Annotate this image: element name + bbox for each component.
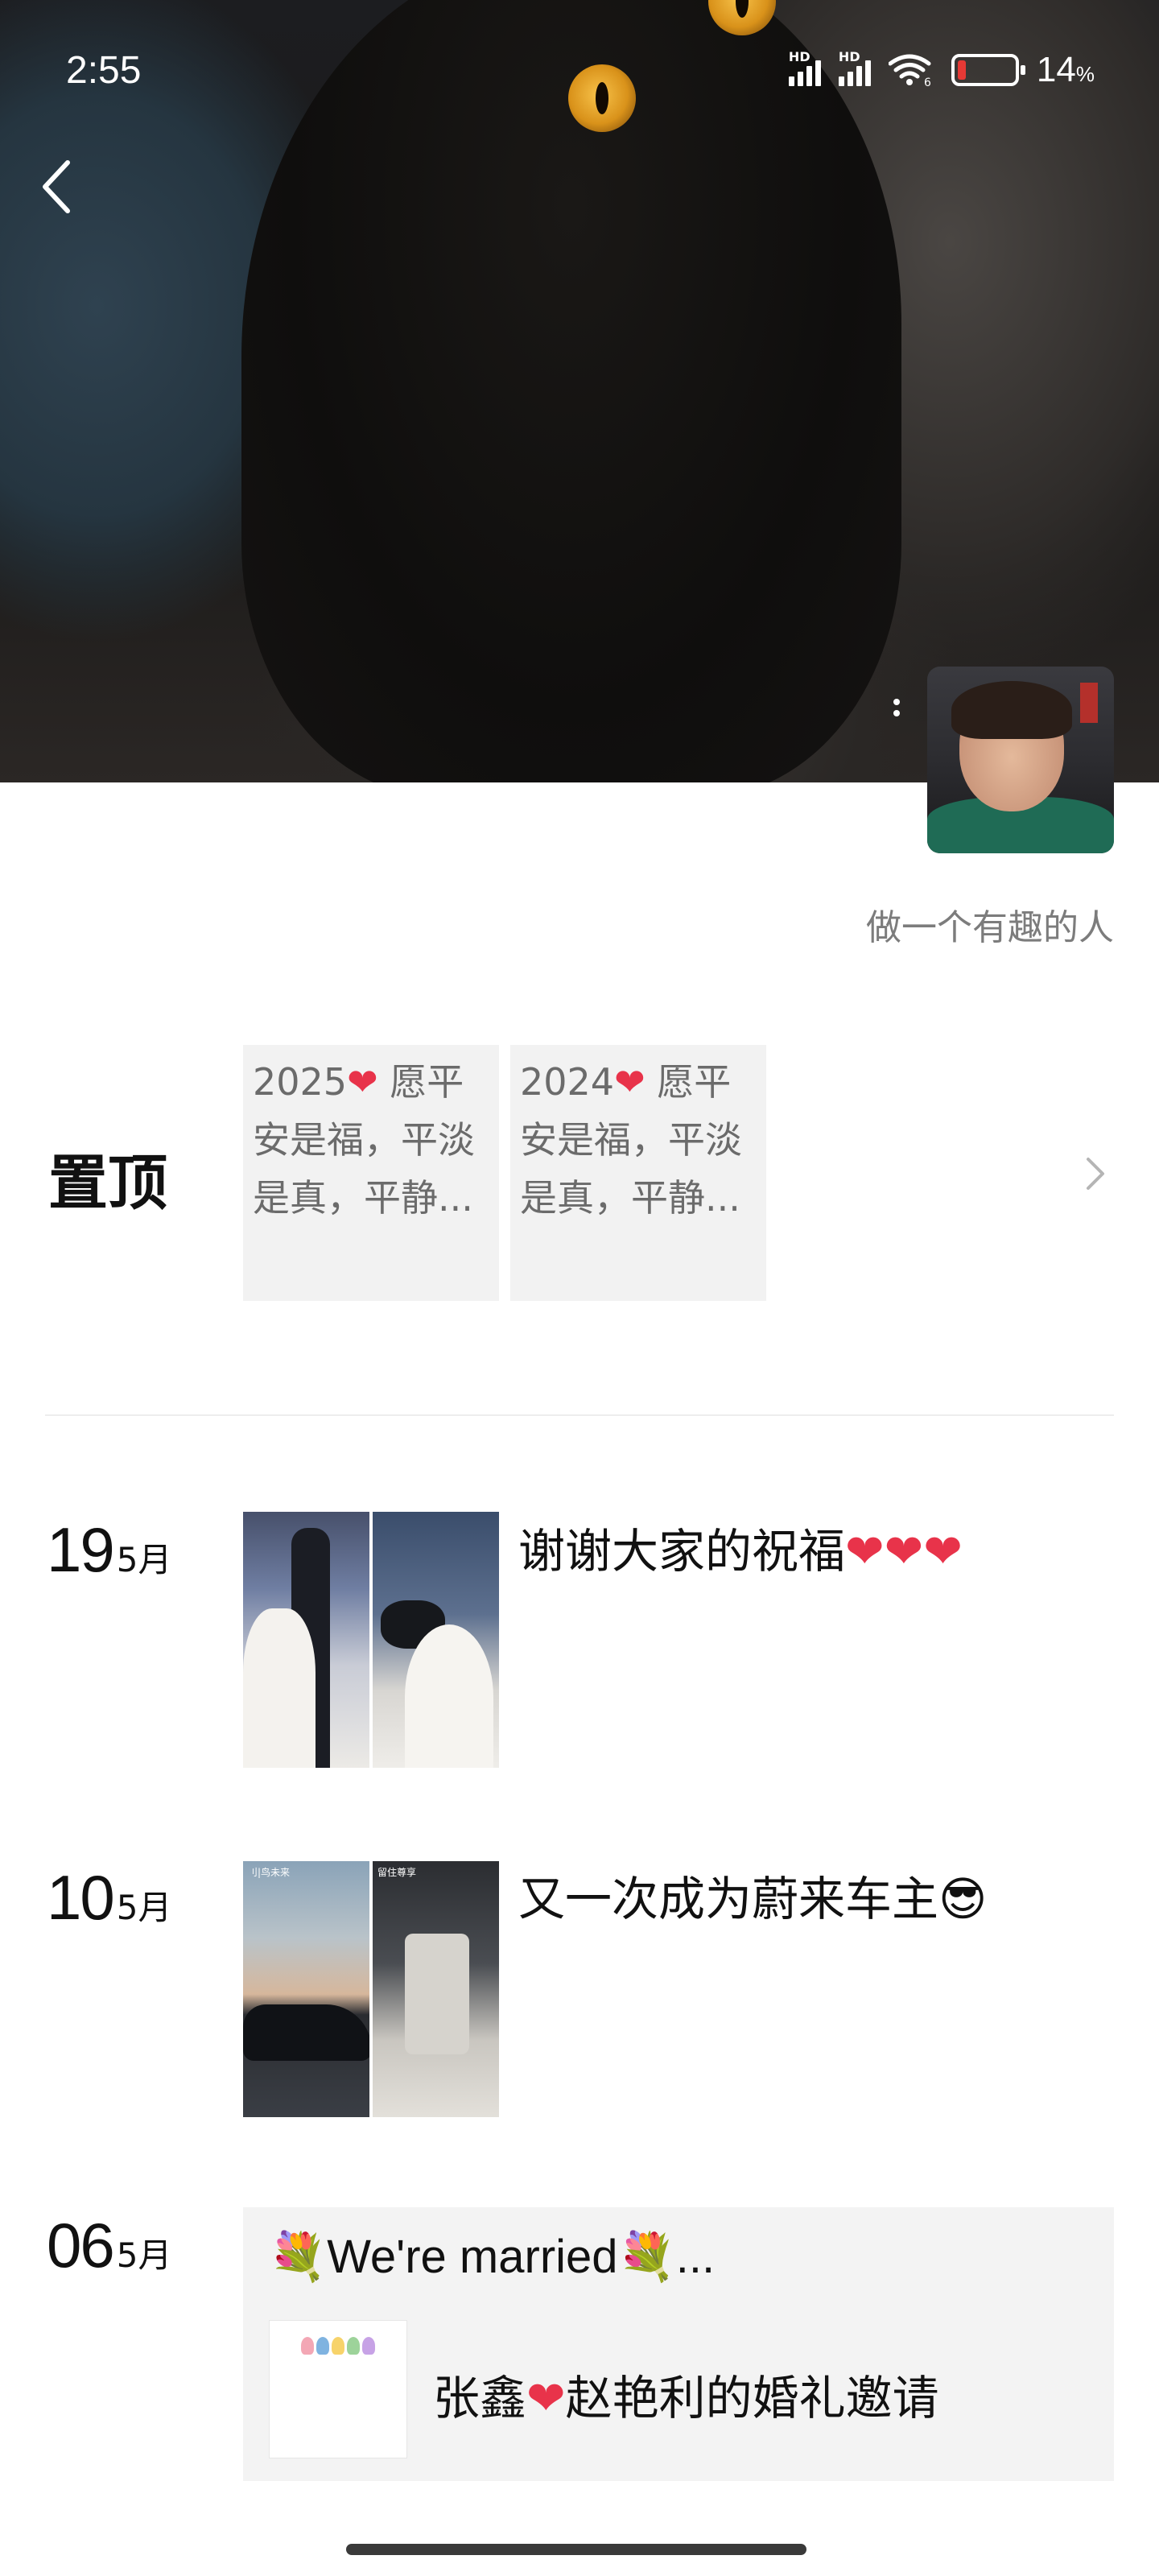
pinned-card-text: 2024❤ 愿平安是福，平淡是真，平静... <box>520 1053 757 1227</box>
heart-icon: ❤ <box>347 1060 378 1104</box>
signal-hd-label: HD <box>838 49 860 64</box>
heart-icon: ❤ <box>526 2371 566 2425</box>
post-day: 19 <box>47 1514 115 1585</box>
battery-level <box>957 60 966 80</box>
invitation-illustration <box>278 2337 398 2355</box>
post-image[interactable] <box>373 1512 499 1768</box>
shared-link-subtitle: 张鑫❤赵艳利的婚礼邀请 <box>433 2360 939 2428</box>
shared-link-card[interactable]: 💐We're married💐... 张鑫❤赵艳利的婚礼邀请 <box>243 2207 1114 2481</box>
pinned-card-year: 2025 <box>253 1060 348 1104</box>
wifi-badge: 6 <box>924 76 931 86</box>
post-month: 5月 <box>116 2235 172 2275</box>
battery-percent: 14% <box>1037 50 1095 90</box>
groom-name: 张鑫 <box>433 2371 527 2425</box>
avatar-hair <box>951 681 1072 739</box>
bride-invitation-text: 赵艳利的婚礼邀请 <box>565 2371 939 2425</box>
back-arrow-icon[interactable] <box>32 153 80 221</box>
chevron-right-icon[interactable] <box>1079 1150 1111 1198</box>
post-text[interactable]: 谢谢大家的祝福❤❤❤ <box>518 1513 963 1581</box>
battery-percent-unit: % <box>1075 62 1095 86</box>
signal-hd-label: HD <box>788 49 810 64</box>
post-date: 19 5月 <box>47 1513 172 1587</box>
post-image[interactable] <box>243 1512 369 1768</box>
post-images[interactable]: 刂|鸟未来 留住尊享 <box>243 1861 499 2117</box>
shared-link-title-ellipsis: ... <box>675 2231 716 2283</box>
post-text-body: 谢谢大家的祝福 <box>518 1524 846 1579</box>
section-divider <box>45 1414 1114 1416</box>
bouquet-emoji-icon: 💐 <box>269 2231 328 2283</box>
post-image[interactable]: 刂|鸟未来 <box>243 1861 369 2117</box>
avatar-background-detail <box>1080 683 1098 723</box>
sunglasses-emoji-icon: 😎 <box>938 1872 988 1926</box>
profile-signature: 做一个有趣的人 <box>866 907 1114 948</box>
battery-percent-value: 14 <box>1036 50 1076 89</box>
post-month: 5月 <box>116 1540 172 1579</box>
pinned-label: 置顶 <box>48 1149 167 1218</box>
pinned-card-year: 2024 <box>520 1060 615 1104</box>
wifi-icon: 6 <box>888 54 934 89</box>
post-image-caption: 留住尊享 <box>377 1867 417 1878</box>
status-icons: HD HD 6 14% <box>788 49 1095 90</box>
status-time: 2:55 <box>66 49 142 92</box>
post-image[interactable]: 留住尊享 <box>373 1861 499 2117</box>
post-text-body: 又一次成为蔚来车主 <box>518 1872 939 1926</box>
post-images[interactable] <box>243 1512 499 1768</box>
shared-link-title: 💐We're married💐... <box>269 2230 715 2285</box>
post-date: 10 5月 <box>47 1861 172 1934</box>
pinned-card[interactable]: 2024❤ 愿平安是福，平淡是真，平静... <box>510 1045 766 1301</box>
more-vertical-icon[interactable] <box>892 694 901 731</box>
pinned-card-text: 2025❤ 愿平安是福，平淡是真，平静... <box>253 1053 489 1227</box>
home-indicator[interactable] <box>346 2544 806 2555</box>
post-date: 06 5月 <box>47 2209 172 2282</box>
invitation-thumbnail <box>269 2320 407 2458</box>
battery-icon <box>951 54 1025 86</box>
avatar[interactable] <box>927 667 1114 853</box>
signal-icon: HD <box>788 49 821 86</box>
heart-icon: ❤❤❤ <box>845 1524 963 1579</box>
post-text[interactable]: 又一次成为蔚来车主😎 <box>518 1861 987 1929</box>
heart-icon: ❤ <box>614 1060 645 1104</box>
pinned-card[interactable]: 2025❤ 愿平安是福，平淡是真，平静... <box>243 1045 499 1301</box>
status-bar: 2:55 HD HD 6 14% <box>0 0 1159 145</box>
shared-link-title-text: We're married <box>327 2231 618 2283</box>
bouquet-emoji-icon: 💐 <box>617 2231 676 2283</box>
signal-icon: HD <box>838 49 871 86</box>
post-day: 10 <box>47 1862 115 1933</box>
post-month: 5月 <box>116 1888 172 1927</box>
post-day: 06 <box>47 2210 115 2281</box>
post-image-caption: 刂|鸟未来 <box>248 1867 291 1878</box>
